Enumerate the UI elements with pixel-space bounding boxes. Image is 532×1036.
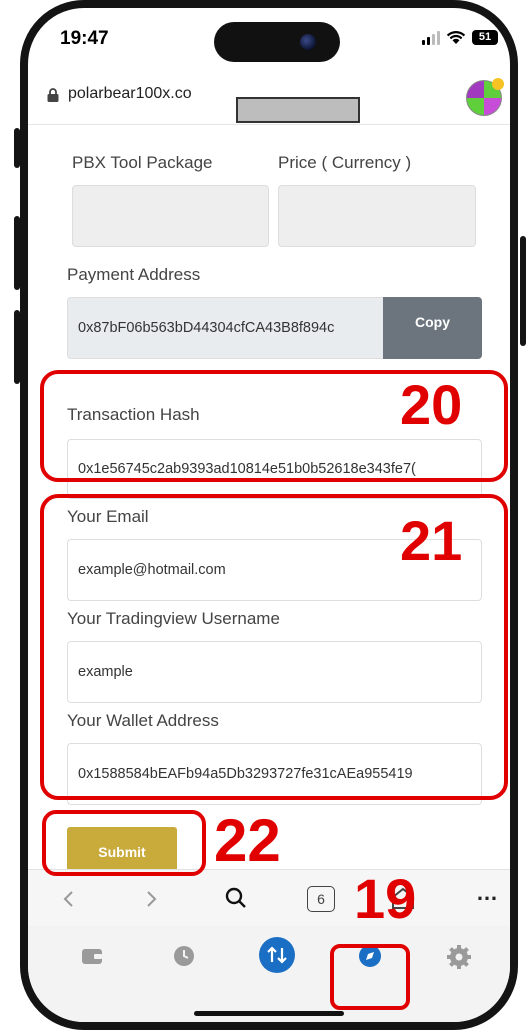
status-icons: 51 [422, 30, 498, 45]
payment-address-label: Payment Address [67, 265, 201, 284]
phone-side-button-power [520, 236, 526, 346]
account-avatar[interactable] [466, 78, 504, 116]
dynamic-island [214, 22, 340, 62]
swap-icon[interactable] [258, 936, 296, 974]
tabs-button[interactable]: 6 [307, 886, 335, 912]
annotation-label-22: 22 [214, 807, 281, 874]
annotation-label-21: 21 [400, 509, 463, 572]
price-field[interactable] [278, 185, 476, 247]
gear-icon[interactable] [446, 944, 472, 970]
tool-package-field[interactable] [72, 185, 269, 247]
annotation-label-19: 19 [354, 867, 417, 930]
home-indicator [194, 1011, 344, 1016]
clock-icon[interactable] [172, 944, 196, 968]
search-icon[interactable] [224, 886, 248, 910]
status-time: 19:47 [60, 28, 109, 49]
annotation-box-19 [330, 944, 410, 1010]
wallet-icon[interactable] [80, 944, 104, 968]
browser-toolbar: 6 … [28, 869, 510, 926]
forward-icon[interactable] [146, 890, 158, 908]
signal-icon [422, 30, 440, 45]
payment-address-field[interactable]: 0x87bF06b563bD44304cfCA43B8f894c [67, 297, 385, 359]
annotation-label-20: 20 [400, 373, 463, 436]
wifi-icon [446, 30, 466, 44]
url-text[interactable]: polarbear100x.co [68, 85, 192, 103]
url-bar[interactable]: polarbear100x.co [46, 78, 504, 123]
app-bottom-nav [28, 926, 510, 1022]
price-label: Price ( Currency ) [278, 153, 412, 172]
back-icon[interactable] [62, 890, 74, 908]
redacted-box [236, 97, 360, 123]
more-menu-button[interactable]: … [476, 880, 498, 906]
copy-button[interactable]: Copy [383, 297, 482, 359]
lock-icon [47, 88, 59, 102]
camera-icon [300, 34, 316, 50]
tool-package-label: PBX Tool Package [72, 153, 213, 172]
annotation-box-22 [42, 810, 206, 876]
battery-icon: 51 [472, 30, 498, 45]
